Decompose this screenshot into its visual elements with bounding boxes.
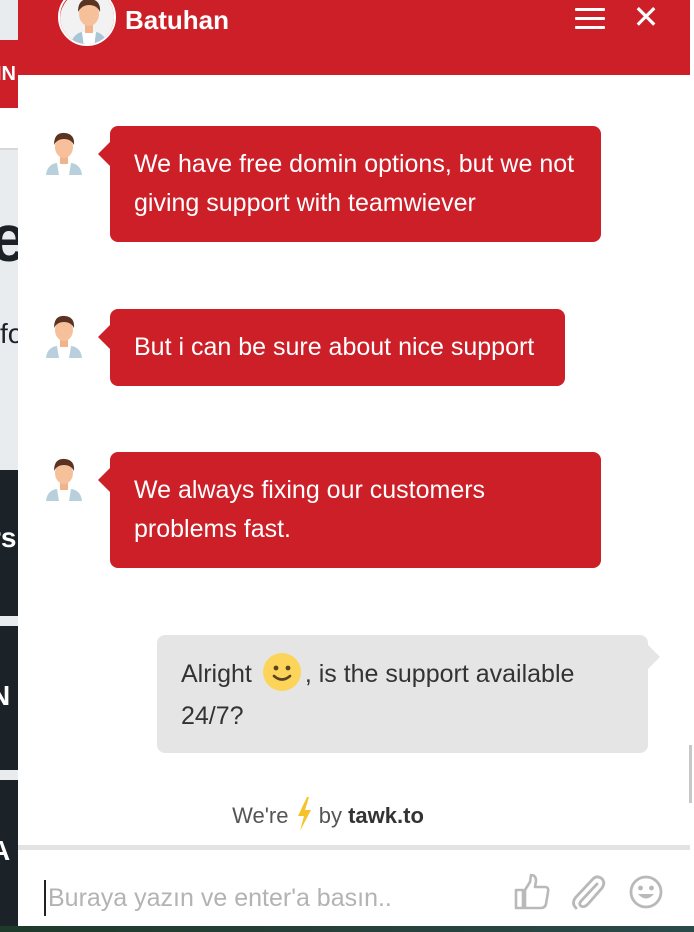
lightning-bolt-icon (297, 797, 311, 832)
background-dark-panel: A (0, 780, 18, 926)
person-avatar-icon (60, 0, 114, 44)
message-list: We have free domin options, but we not g… (18, 75, 692, 845)
background-nav-tab[interactable]: IN (0, 40, 18, 108)
message-list-scrollbar[interactable] (689, 745, 692, 803)
background-heading: e (0, 205, 18, 271)
agent-message-bubble: But i can be sure about nice support (98, 309, 565, 386)
background-nav-tab-label: IN (0, 63, 16, 85)
slightly-smiling-face-emoji-icon (262, 653, 301, 692)
background-panel-text: N (0, 680, 11, 711)
emoji-smile-icon[interactable] (626, 872, 666, 912)
agent-message-avatar-icon (46, 315, 82, 358)
agent-avatar (58, 0, 116, 46)
tawk-to-brand-link[interactable]: tawk.to (348, 803, 424, 828)
powered-by[interactable]: We're by tawk.to (18, 797, 638, 832)
background-band (0, 108, 18, 150)
agent-message-bubble: We always fixing our customers problems … (98, 452, 601, 568)
message-composer (18, 845, 690, 926)
message-text: But i can be sure about nice support (134, 333, 535, 361)
background-website: IN e fo rs N A (0, 0, 18, 932)
agent-message-avatar-icon (46, 458, 82, 501)
visitor-message-bubble: Alright , is the support available 24/7? (157, 635, 660, 753)
hamburger-menu-icon[interactable] (575, 8, 605, 30)
message-input[interactable] (44, 880, 504, 916)
powered-by-middle: by (318, 803, 342, 828)
agent-message-bubble: We have free domin options, but we not g… (98, 126, 601, 242)
message-text-before-emoji: Alright (181, 660, 259, 688)
background-footer-strip (0, 926, 694, 932)
chat-header: Batuhan ✕ (18, 0, 690, 75)
agent-message-avatar-icon (46, 132, 82, 175)
powered-by-prefix: We're (232, 803, 289, 828)
background-dark-panel: N (0, 626, 18, 770)
agent-name: Batuhan (125, 5, 229, 35)
message-text: We always fixing our customers problems … (134, 476, 486, 543)
thumbs-up-icon[interactable] (512, 872, 552, 912)
chat-widget: Batuhan ✕ We have free domin options, bu… (18, 0, 692, 926)
background-dark-panel: rs (0, 470, 18, 616)
paperclip-icon[interactable] (568, 872, 608, 912)
message-text: We have free domin options, but we not g… (134, 150, 575, 217)
background-panel-text: A (0, 835, 11, 866)
background-panel-text: rs (0, 522, 17, 553)
background-paragraph: fo (0, 318, 18, 349)
screen: IN e fo rs N A Batuhan (0, 0, 694, 932)
close-icon[interactable]: ✕ (632, 1, 660, 33)
